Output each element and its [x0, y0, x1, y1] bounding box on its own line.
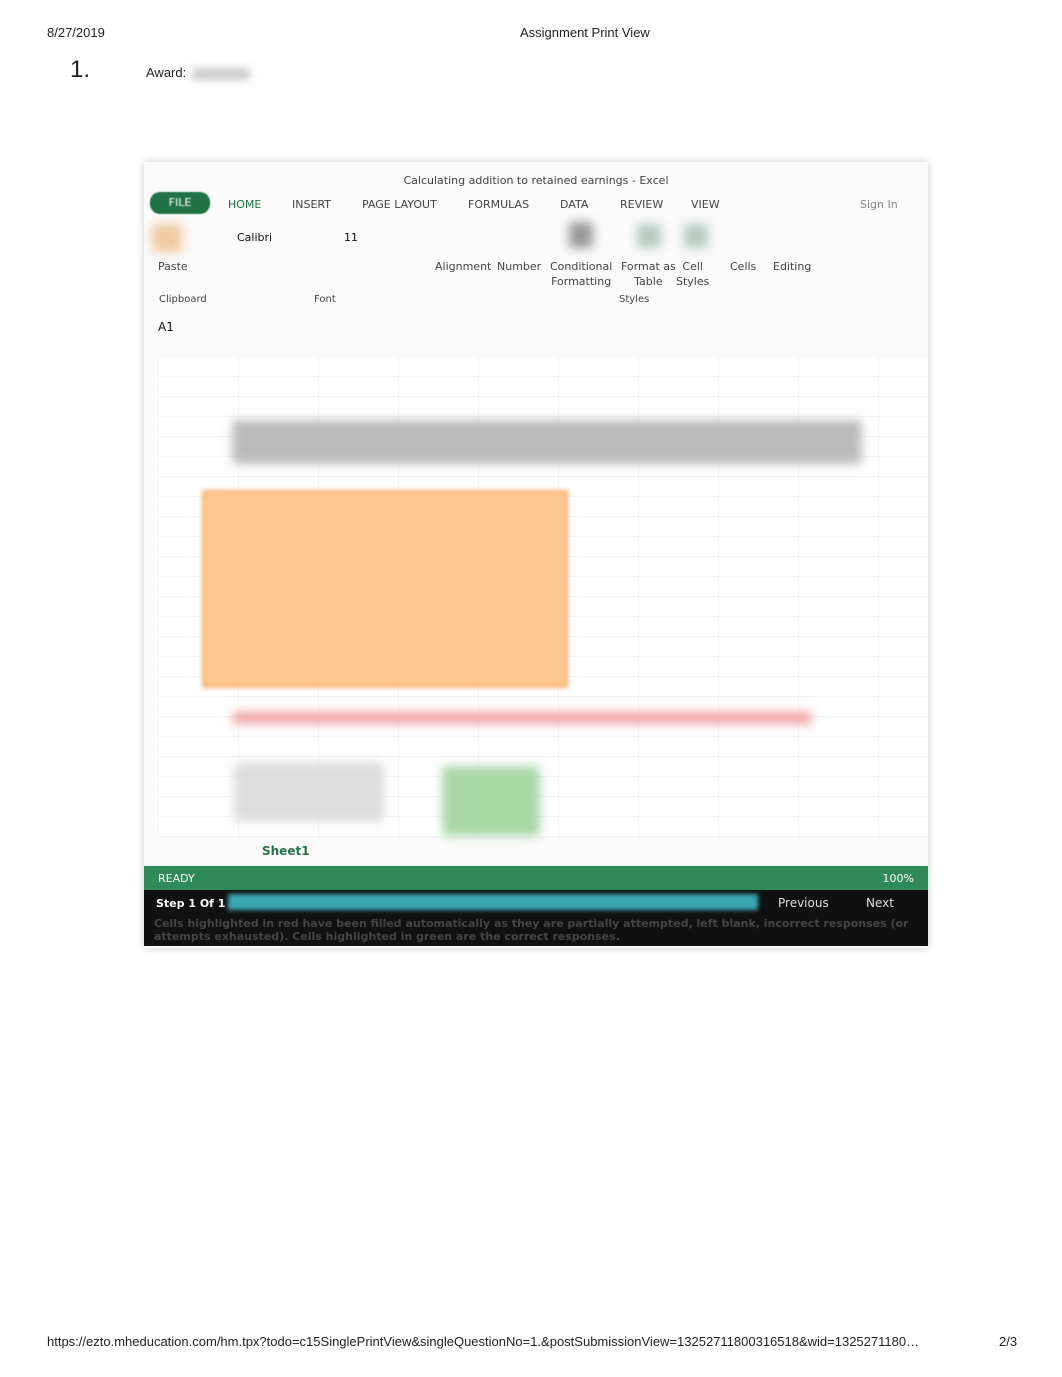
cell-styles-icon [684, 224, 708, 248]
cells-button[interactable]: Cells [730, 260, 756, 273]
tab-view[interactable]: VIEW [691, 198, 720, 211]
tab-home[interactable]: HOME [228, 198, 261, 211]
footer-url: https://ezto.mheducation.com/hm.tpx?todo… [47, 1334, 920, 1349]
sheet-tab[interactable]: Sheet1 [262, 844, 310, 858]
answer-labels-blurred [234, 762, 384, 822]
sign-in-link[interactable]: Sign In [860, 198, 898, 211]
group-styles: Styles [619, 294, 650, 305]
alignment-button[interactable]: Alignment [435, 260, 491, 273]
next-button[interactable]: Next [866, 896, 894, 910]
group-font: Font [314, 294, 336, 305]
tab-page-layout[interactable]: PAGE LAYOUT [362, 198, 437, 211]
tab-data[interactable]: DATA [560, 198, 588, 211]
input-table-blurred [202, 490, 568, 688]
answer-cells-green [442, 766, 540, 836]
award-value-blurred [192, 67, 251, 80]
format-table-icon [637, 224, 661, 248]
page-title: Assignment Print View [520, 25, 650, 40]
zoom-level: 100% [882, 872, 914, 885]
cell-styles-button[interactable]: Cell Styles [676, 259, 709, 289]
problem-text-blurred [232, 420, 862, 464]
tab-formulas[interactable]: FORMULAS [468, 198, 529, 211]
number-button[interactable]: Number [497, 260, 541, 273]
paste-icon [152, 224, 182, 252]
conditional-formatting-button[interactable]: Conditional Formatting [550, 259, 612, 289]
award-label: Award: [146, 65, 187, 80]
status-text: READY [158, 872, 195, 885]
window-title: Calculating addition to retained earning… [403, 174, 669, 187]
tab-review[interactable]: REVIEW [620, 198, 663, 211]
page-number: 2/3 [999, 1334, 1018, 1349]
award: Award: [146, 65, 251, 80]
paste-button[interactable]: Paste [158, 260, 188, 273]
instruction-text-blurred [232, 712, 812, 724]
feedback-message: Cells highlighted in red have been fille… [154, 917, 909, 943]
step-label: Step 1 Of 1 [156, 897, 226, 910]
step-progress [228, 894, 758, 910]
conditional-formatting-icon [569, 222, 593, 248]
format-as-table-button[interactable]: Format as Table [621, 259, 676, 289]
previous-button[interactable]: Previous [778, 896, 829, 910]
group-clipboard: Clipboard [159, 294, 207, 305]
question-number: 1. [70, 56, 91, 83]
excel-screenshot: Calculating addition to retained earning… [144, 162, 928, 948]
editing-button[interactable]: Editing [773, 260, 811, 273]
font-size[interactable]: 11 [344, 231, 358, 244]
print-date: 8/27/2019 [47, 25, 105, 40]
tab-insert[interactable]: INSERT [292, 198, 331, 211]
status-bar: READY 100% [144, 866, 928, 890]
tab-file[interactable]: FILE [150, 192, 210, 214]
name-box[interactable]: A1 [158, 320, 174, 334]
font-name[interactable]: Calibri [237, 231, 272, 244]
